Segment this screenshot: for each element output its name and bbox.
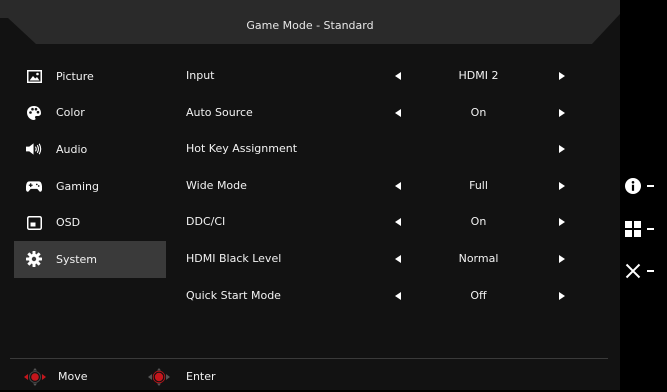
right-arrow-icon[interactable] xyxy=(559,291,565,300)
left-arrow-icon[interactable] xyxy=(395,254,401,263)
picture-icon xyxy=(26,68,42,84)
setting-row-input[interactable]: Input HDMI 2 xyxy=(186,58,578,95)
setting-label: Input xyxy=(186,69,215,82)
setting-label: Quick Start Mode xyxy=(186,288,281,302)
sidebar-item-label: System xyxy=(56,252,98,266)
key-dash xyxy=(647,270,654,272)
left-arrow-icon[interactable] xyxy=(395,291,401,300)
menu-key[interactable] xyxy=(620,219,667,239)
sidebar-item-label: OSD xyxy=(56,216,81,230)
setting-value: Full xyxy=(469,178,488,192)
footer-hints: Move Enter xyxy=(0,362,620,390)
sidebar: Picture Color Audio Gaming OSD System xyxy=(14,58,166,278)
setting-value: Off xyxy=(470,288,487,302)
sidebar-item-label: Gaming xyxy=(56,179,99,193)
sidebar-item-label: Picture xyxy=(56,69,94,83)
sidebar-item-color[interactable]: Color xyxy=(14,95,166,132)
setting-value: HDMI 2 xyxy=(458,69,499,82)
settings-list: Input HDMI 2 Auto Source On Hot Key Assi… xyxy=(186,58,578,314)
footer-divider xyxy=(10,358,608,359)
setting-row-quick-start-mode[interactable]: Quick Start Mode Off xyxy=(186,278,578,315)
left-arrow-icon[interactable] xyxy=(395,181,401,190)
info-icon xyxy=(624,177,642,195)
setting-row-hdmi-black-level[interactable]: HDMI Black Level Normal xyxy=(186,241,578,278)
move-hint-label: Move xyxy=(58,370,88,383)
menu-title: Game Mode - Standard xyxy=(246,19,374,32)
enter-hint-label: Enter xyxy=(186,370,216,383)
sidebar-item-label: Color xyxy=(56,106,85,120)
menu-grid-icon xyxy=(624,220,642,238)
setting-label: DDC/CI xyxy=(186,215,226,229)
exit-key[interactable] xyxy=(620,261,667,281)
close-icon xyxy=(624,262,642,280)
left-arrow-icon[interactable] xyxy=(395,108,401,117)
hotkey-panel xyxy=(620,0,667,390)
joystick-press-icon xyxy=(148,368,170,390)
osd-menu: Game Mode - Standard Picture Color Audio… xyxy=(0,0,620,390)
right-arrow-icon[interactable] xyxy=(559,72,565,80)
right-arrow-icon[interactable] xyxy=(559,145,565,154)
palette-icon xyxy=(26,105,42,121)
title-bar: Game Mode - Standard xyxy=(0,0,620,44)
setting-label: Hot Key Assignment xyxy=(186,142,298,156)
right-arrow-icon[interactable] xyxy=(559,108,565,117)
gear-icon xyxy=(26,251,42,268)
right-arrow-icon[interactable] xyxy=(559,218,565,227)
setting-row-auto-source[interactable]: Auto Source On xyxy=(186,95,578,132)
sidebar-item-label: Audio xyxy=(56,142,88,156)
key-dash xyxy=(647,185,654,187)
sidebar-item-audio[interactable]: Audio xyxy=(14,131,166,168)
sidebar-item-osd[interactable]: OSD xyxy=(14,204,166,241)
sidebar-item-system[interactable]: System xyxy=(14,240,166,278)
joystick-horizontal-icon xyxy=(24,368,46,390)
sidebar-item-picture[interactable]: Picture xyxy=(14,58,166,95)
setting-label: Auto Source xyxy=(186,105,253,119)
gamepad-icon xyxy=(26,178,42,194)
left-arrow-icon[interactable] xyxy=(395,218,401,227)
setting-label: HDMI Black Level xyxy=(186,251,282,265)
setting-row-wide-mode[interactable]: Wide Mode Full xyxy=(186,168,578,205)
info-key[interactable] xyxy=(620,176,667,196)
setting-value: Normal xyxy=(458,251,499,265)
sidebar-item-gaming[interactable]: Gaming xyxy=(14,168,166,205)
setting-value: On xyxy=(470,215,487,229)
right-arrow-icon[interactable] xyxy=(559,254,565,263)
setting-row-hot-key-assignment[interactable]: Hot Key Assignment xyxy=(186,131,578,168)
setting-value: On xyxy=(470,105,487,119)
key-dash xyxy=(647,228,654,230)
left-arrow-icon[interactable] xyxy=(395,72,401,80)
setting-label: Wide Mode xyxy=(186,178,247,192)
osd-window-icon xyxy=(26,215,42,231)
speaker-icon xyxy=(26,141,42,157)
setting-row-ddc-ci[interactable]: DDC/CI On xyxy=(186,204,578,241)
right-arrow-icon[interactable] xyxy=(559,181,565,190)
